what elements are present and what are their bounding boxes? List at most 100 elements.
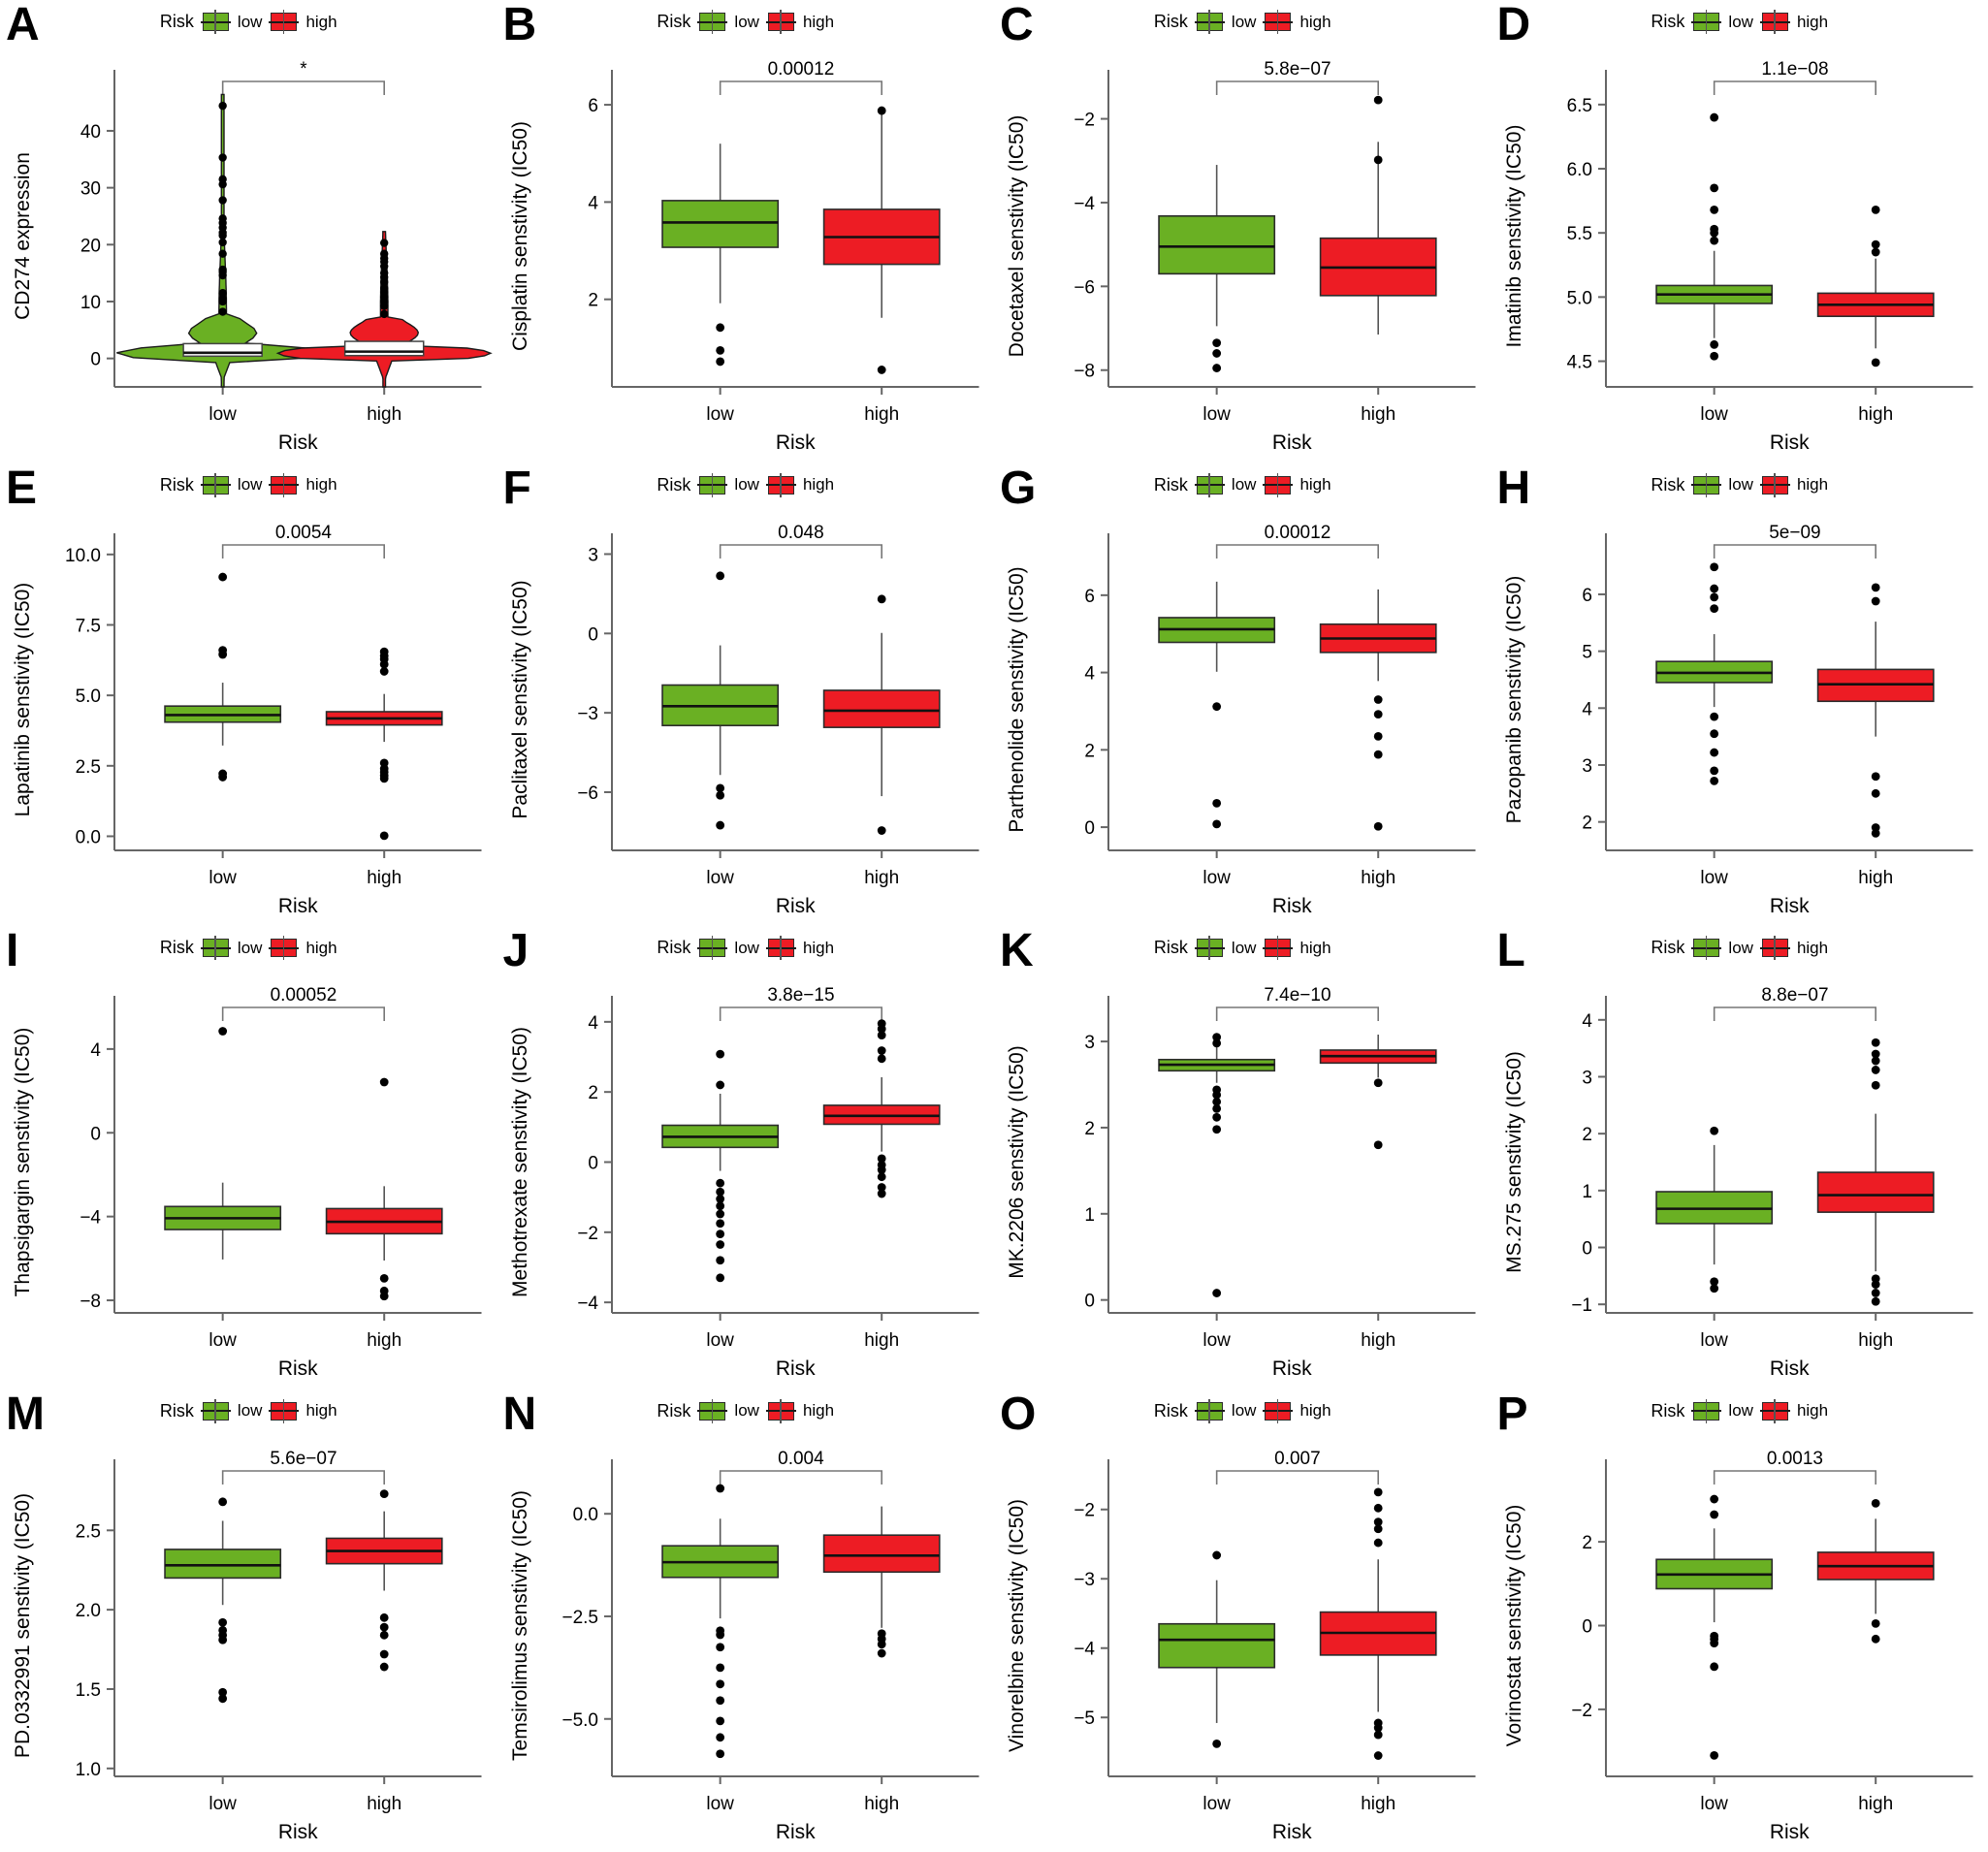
x-tick-label: low	[1202, 1794, 1231, 1814]
x-tick-label: low	[1202, 404, 1231, 425]
legend-key-high-icon	[271, 475, 298, 495]
legend-key-high-icon	[271, 939, 298, 957]
risk-legend: Risk low high	[994, 938, 1491, 958]
plot-area: 0.0 2.5 5.0 7.5 10.0 Lapatinib senstivity (IC…	[0, 508, 497, 926]
risk-legend: Risk low high	[1491, 1401, 1988, 1421]
x-axis-label: Risk	[1769, 1357, 1809, 1380]
risk-legend: Risk low high	[994, 12, 1491, 32]
legend-key-high-icon	[767, 1401, 794, 1421]
legend-label-low: low	[734, 475, 759, 494]
legend-key-high-icon	[767, 939, 794, 957]
x-axis-label: Risk	[1272, 1821, 1312, 1843]
legend-key-high-icon	[1761, 475, 1788, 495]
legend-title: Risk	[1153, 1400, 1188, 1421]
legend-label-low: low	[1231, 1401, 1257, 1420]
boxplot-low	[1654, 561, 1773, 785]
x-tick-label: low	[706, 404, 734, 425]
y-axis-label: Vinorelbine senstivity (IC50)	[1006, 1498, 1028, 1751]
plot-area: 0 2 4 6 Parthenolide senstivity (IC50) low hig…	[994, 508, 1491, 926]
y-tick-label: 2	[1084, 1119, 1095, 1139]
boxplot-low	[1158, 1033, 1276, 1297]
plot-area: 4.5 5.0 5.5 6.0 6.5 Imatinib senstivity (IC50…	[1491, 45, 1988, 463]
y-tick-label: −5.0	[561, 1709, 598, 1730]
y-tick-label: 1.5	[76, 1679, 101, 1700]
boxplot-low	[660, 570, 779, 829]
panel-i: I Risk low high −8 −4 0 4 Thapsigargin senstivit…	[0, 926, 497, 1389]
legend-key-high-icon	[1761, 1401, 1788, 1421]
y-tick-label: −6	[577, 782, 598, 803]
legend-key-low-icon	[699, 475, 726, 495]
boxplot-low	[1158, 581, 1276, 828]
y-tick-label: 3	[1084, 1033, 1095, 1053]
legend-title: Risk	[657, 12, 691, 31]
legend-key-high-icon	[1761, 939, 1788, 957]
y-tick-label: 4	[90, 1040, 101, 1061]
figure-panel-grid: A Risk low high 0 10 20 30 40 CD274 expression low…	[0, 0, 1988, 1852]
legend-title: Risk	[1651, 474, 1685, 495]
boxplot-low	[164, 1027, 282, 1260]
risk-legend: Risk low high	[0, 1401, 497, 1421]
legend-label-high: high	[1299, 1401, 1331, 1420]
x-tick-label: high	[1858, 1794, 1893, 1814]
legend-label-low: low	[1728, 12, 1753, 31]
y-tick-label: 0	[1084, 1292, 1095, 1312]
boxplot-high	[822, 106, 941, 374]
y-tick-label: 7.5	[76, 616, 101, 636]
legend-label-high: high	[1299, 938, 1331, 957]
y-tick-label: 0	[1084, 818, 1095, 839]
y-tick-label: 6.0	[1566, 160, 1591, 180]
y-tick-label: 2	[588, 1083, 598, 1103]
legend-key-high-icon	[1265, 475, 1292, 495]
y-tick-label: 0.0	[572, 1505, 597, 1525]
x-tick-label: high	[367, 1330, 401, 1351]
legend-label-high: high	[1299, 475, 1331, 494]
y-axis-label: Pazopanib senstivity (IC50)	[1503, 575, 1525, 823]
panel-h: H Risk low high 2 3 4 5 6 Pazopanib senstivity (I…	[1491, 463, 1988, 927]
y-tick-label: 10.0	[65, 545, 101, 565]
x-tick-label: high	[1361, 1794, 1395, 1814]
p-value-label: 0.007	[1274, 1449, 1321, 1469]
x-tick-label: high	[864, 1330, 899, 1351]
y-tick-label: −6	[1074, 277, 1095, 298]
legend-label-high: high	[1796, 475, 1829, 494]
legend-key-high-icon	[271, 13, 298, 31]
x-tick-label: low	[706, 868, 734, 888]
y-tick-label: 0	[90, 350, 101, 370]
y-tick-label: 4	[588, 1013, 598, 1034]
panel-e: E Risk low high 0.0 2.5 5.0 7.5 10.0 Lapatinib se…	[0, 463, 497, 927]
panel-c: C Risk low high −8 −6 −4 −2 Docetaxel senstivity…	[994, 0, 1491, 463]
y-tick-label: −8	[80, 1292, 101, 1312]
legend-label-low: low	[237, 12, 263, 31]
x-axis-label: Risk	[1769, 431, 1809, 454]
y-axis-label: Paclitaxel senstivity (IC50)	[509, 580, 531, 818]
x-tick-label: low	[1202, 868, 1231, 888]
p-value-label: 0.048	[778, 523, 824, 543]
legend-label-low: low	[734, 1401, 759, 1420]
x-tick-label: low	[706, 1794, 734, 1814]
x-axis-label: Risk	[1272, 431, 1312, 454]
panel-m: M Risk low high 1.0 1.5 2.0 2.5 PD.0332991 senst…	[0, 1389, 497, 1852]
p-value-label: 0.00012	[1265, 523, 1331, 543]
y-tick-label: 4	[1582, 699, 1592, 719]
legend-key-low-icon	[1693, 475, 1720, 495]
x-tick-label: high	[1361, 1330, 1395, 1351]
x-axis-label: Risk	[775, 431, 815, 454]
plot-area: −5.0 −2.5 0.0 Temsirolimus senstivity (IC50…	[497, 1434, 995, 1852]
boxplot-low	[1158, 165, 1276, 372]
y-tick-label: 4	[588, 193, 598, 213]
x-tick-label: high	[864, 404, 899, 425]
y-tick-label: −2	[1074, 1500, 1095, 1520]
legend-key-low-icon	[1693, 939, 1720, 957]
x-tick-label: low	[1700, 868, 1728, 888]
p-value-label: 0.0054	[275, 523, 333, 543]
y-tick-label: 2	[588, 291, 598, 311]
x-tick-label: high	[367, 1794, 401, 1814]
panel-a: A Risk low high 0 10 20 30 40 CD274 expression low…	[0, 0, 497, 463]
legend-title: Risk	[159, 1400, 194, 1421]
legend-label-low: low	[1728, 938, 1753, 957]
x-axis-label: Risk	[1769, 1821, 1809, 1843]
y-tick-label: 1	[1582, 1182, 1592, 1202]
risk-legend: Risk low high	[994, 1401, 1491, 1421]
x-tick-label: low	[706, 1330, 734, 1351]
x-tick-label: high	[367, 868, 401, 888]
